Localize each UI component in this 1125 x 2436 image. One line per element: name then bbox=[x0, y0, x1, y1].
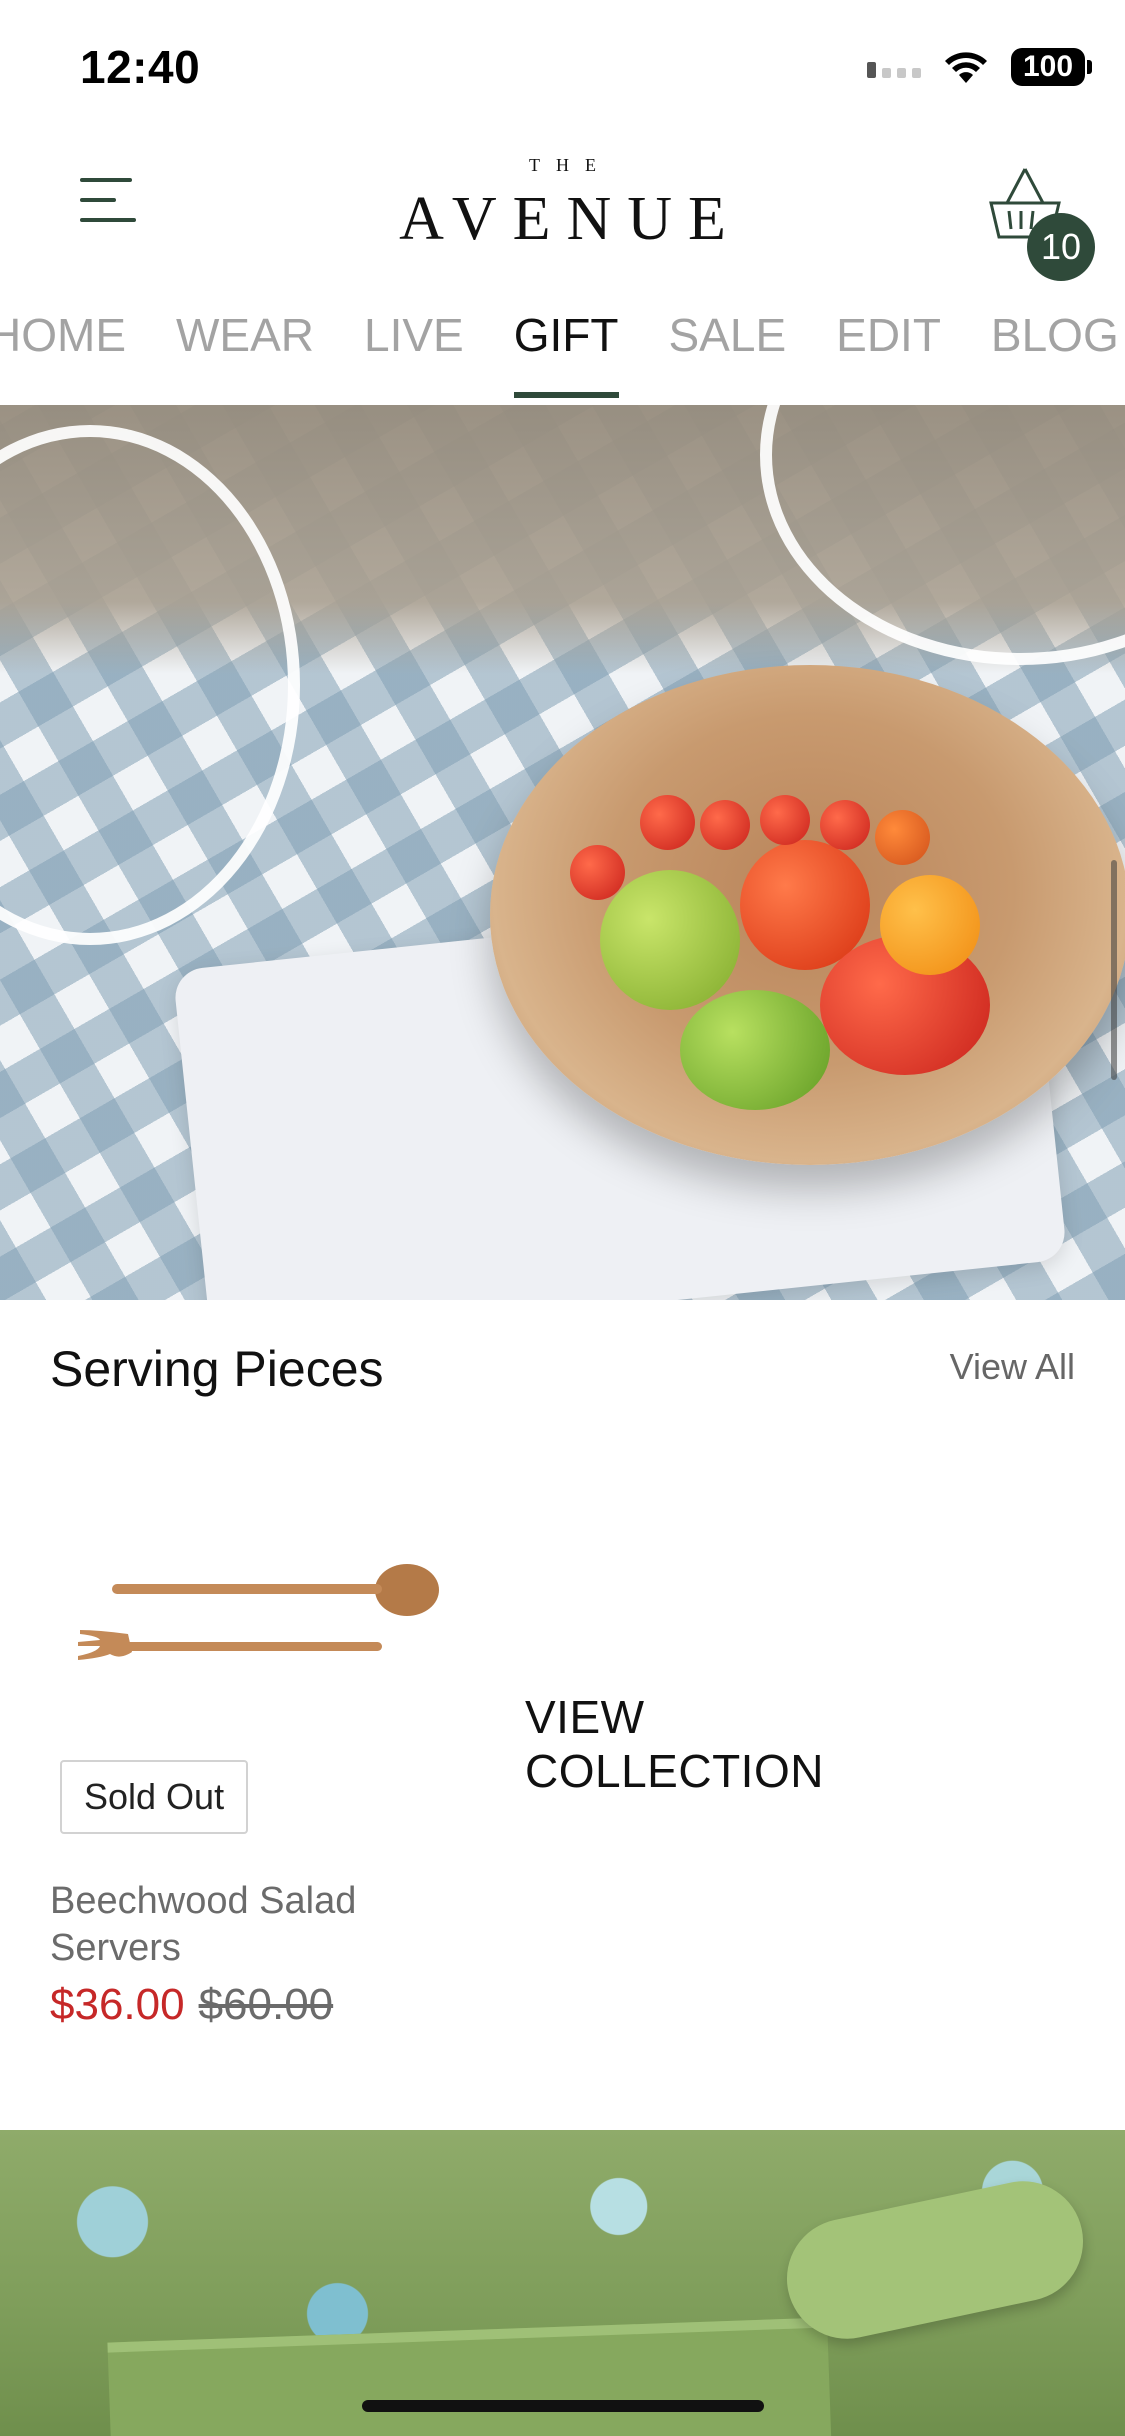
section-header: Serving Pieces View All bbox=[0, 1300, 1125, 1435]
cart-button[interactable]: 10 bbox=[975, 155, 1105, 285]
tomato-image bbox=[570, 845, 625, 900]
tomato-image bbox=[820, 800, 870, 850]
tomato-image bbox=[700, 800, 750, 850]
chair-back-decoration bbox=[0, 425, 300, 945]
tab-blog[interactable]: BLOG bbox=[991, 308, 1119, 398]
view-collection-link[interactable]: VIEW COLLECTION bbox=[525, 1690, 824, 1798]
tomato-image bbox=[640, 795, 695, 850]
battery-icon: 100 bbox=[1011, 48, 1092, 86]
hero-image[interactable] bbox=[0, 405, 1125, 1300]
status-time: 12:40 bbox=[80, 41, 201, 93]
view-collection-line1: VIEW bbox=[525, 1691, 645, 1743]
category-tabs: HOME WEAR LIVE GIFT SALE EDIT BLOG bbox=[0, 290, 1125, 405]
logo-avenue: AVENUE bbox=[399, 185, 742, 253]
price-row: $36.00 $60.00 bbox=[50, 1980, 333, 2030]
tomato-image bbox=[600, 870, 740, 1010]
view-all-link[interactable]: View All bbox=[950, 1346, 1075, 1388]
tomato-image bbox=[875, 810, 930, 865]
tab-sale[interactable]: SALE bbox=[669, 308, 787, 398]
category-tabs-track: HOME WEAR LIVE GIFT SALE EDIT BLOG bbox=[0, 308, 1119, 398]
ribbon-decoration bbox=[775, 2170, 1095, 2350]
sold-out-badge: Sold Out bbox=[60, 1760, 249, 1834]
section-title: Serving Pieces bbox=[50, 1341, 384, 1397]
product-name[interactable]: Beechwood Salad Servers bbox=[50, 1878, 450, 1972]
tomato-image bbox=[680, 990, 830, 1110]
brand-logo[interactable]: THE AVENUE bbox=[0, 155, 1125, 255]
logo-the: THE bbox=[529, 155, 612, 175]
product-card[interactable]: Sold Out Beechwood Salad Servers $36.00 … bbox=[50, 1560, 470, 2060]
gift-box-decoration bbox=[107, 2317, 833, 2436]
view-collection-line2: COLLECTION bbox=[525, 1745, 824, 1797]
scrollbar[interactable] bbox=[1111, 860, 1117, 1080]
chair-back-decoration bbox=[760, 405, 1125, 665]
tab-home[interactable]: HOME bbox=[0, 308, 126, 398]
salad-servers-image[interactable] bbox=[70, 1560, 450, 1730]
tomato-image bbox=[880, 875, 980, 975]
original-price: $60.00 bbox=[198, 1980, 334, 2029]
cellular-signal-icon bbox=[867, 56, 921, 78]
tab-gift[interactable]: GIFT bbox=[513, 308, 619, 398]
sale-price: $36.00 bbox=[50, 1980, 185, 2029]
home-indicator[interactable] bbox=[362, 2400, 764, 2412]
tomato-image bbox=[760, 795, 810, 845]
wifi-icon bbox=[945, 52, 987, 83]
tab-wear[interactable]: WEAR bbox=[176, 308, 314, 398]
status-bar: 12:40 100 bbox=[0, 0, 1125, 135]
gift-wrap-banner-image[interactable] bbox=[0, 2130, 1125, 2436]
status-indicators: 100 bbox=[867, 48, 1092, 86]
tab-edit[interactable]: EDIT bbox=[836, 308, 941, 398]
cart-count-badge: 10 bbox=[1027, 213, 1095, 281]
tab-live[interactable]: LIVE bbox=[364, 308, 464, 398]
app-header: THE AVENUE 10 bbox=[0, 135, 1125, 285]
